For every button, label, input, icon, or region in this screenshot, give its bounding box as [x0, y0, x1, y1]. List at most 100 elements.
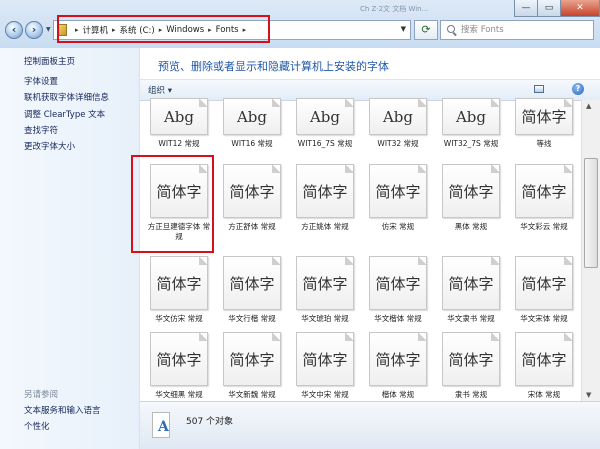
recent-pages-dropdown[interactable]: ▼	[46, 26, 51, 33]
font-name-label: 华文细黑 常规	[155, 390, 203, 399]
font-item[interactable]: Abg WIT16 常规	[215, 98, 289, 149]
font-item[interactable]: 简体字 华文中宋 常规	[288, 332, 362, 400]
font-item[interactable]: 简体字 方正舒体 常规	[215, 164, 289, 232]
font-item[interactable]: Abg WIT16_7S 常规	[288, 98, 362, 149]
link-font-settings[interactable]: 字体设置	[24, 75, 58, 87]
font-item[interactable]: 简体字 等线	[507, 98, 581, 149]
font-name-label: 华文宋体 常规	[520, 314, 568, 323]
font-preview-icon: 简体字	[515, 164, 573, 218]
font-item[interactable]: Abg WIT32_7S 常规	[434, 98, 508, 149]
font-name-label: 华文隶书 常规	[447, 314, 495, 323]
back-button[interactable]: ‹	[5, 21, 23, 39]
breadcrumb-separator[interactable]: ▸	[243, 26, 247, 34]
forward-button[interactable]: ›	[25, 21, 43, 39]
font-preview-icon: 简体字	[150, 164, 208, 218]
font-sample-text: 简体字	[521, 182, 567, 201]
help-icon[interactable]: ?	[572, 83, 584, 95]
font-preview-icon: 简体字	[442, 332, 500, 386]
see-also-heading: 另请参阅	[24, 390, 59, 400]
vertical-scrollbar[interactable]: ▲ ▼	[581, 100, 600, 401]
scroll-down-arrow[interactable]: ▼	[586, 391, 591, 399]
font-sample-text: 简体字	[156, 274, 202, 293]
font-name-label: 华文彩云 常规	[520, 222, 568, 231]
breadcrumb-fonts[interactable]: Fonts	[216, 25, 239, 35]
font-preview-icon: 简体字	[515, 332, 573, 386]
details-pane: A 507 个对象	[140, 401, 600, 449]
font-name-label: 等线	[536, 139, 552, 148]
font-name-label: 华文楷体 常规	[374, 314, 422, 323]
font-name-label: 方正舒体 常规	[228, 222, 276, 231]
font-sample-text: 简体字	[302, 350, 348, 369]
font-item[interactable]: 简体字 华文新魏 常规	[215, 332, 289, 400]
font-sample-text: 简体字	[156, 182, 202, 201]
link-text-services[interactable]: 文本服务和输入语言	[24, 404, 101, 416]
font-sample-text: Abg	[309, 107, 341, 126]
font-item[interactable]: 简体字 仿宋 常规	[361, 164, 435, 232]
font-preview-icon: 简体字	[150, 332, 208, 386]
font-preview-icon: 简体字	[515, 256, 573, 310]
font-preview-icon: 简体字	[369, 332, 427, 386]
font-item[interactable]: 简体字华文楷体 常规	[361, 256, 435, 324]
link-change-font-size[interactable]: 更改字体大小	[24, 140, 75, 152]
font-preview-icon: Abg	[442, 98, 500, 135]
font-name-label: 宋体 常规	[527, 390, 561, 399]
link-personalization[interactable]: 个性化	[24, 420, 50, 432]
font-item[interactable]: 简体字华文宋体 常规	[507, 256, 581, 324]
scrollbar-thumb[interactable]	[584, 158, 598, 268]
font-preview-icon: Abg	[369, 98, 427, 135]
font-preview-icon: Abg	[223, 98, 281, 135]
font-item[interactable]: 简体字 方正姚体 常规	[288, 164, 362, 232]
scroll-up-arrow[interactable]: ▲	[586, 102, 591, 110]
font-name-label: WIT32_7S 常规	[443, 139, 499, 148]
close-button[interactable]: ✕	[560, 0, 600, 17]
organize-menu[interactable]: 组织 ▾	[148, 84, 172, 96]
address-history-dropdown[interactable]: ▼	[401, 25, 406, 33]
link-adjust-cleartype[interactable]: 调整 ClearType 文本	[24, 108, 105, 120]
breadcrumb-computer[interactable]: 计算机	[83, 24, 109, 36]
font-sample-text: Abg	[455, 107, 487, 126]
font-sample-text: 简体字	[375, 274, 421, 293]
page-heading: 预览、删除或者显示和隐藏计算机上安装的字体	[158, 60, 389, 73]
font-sample-text: 简体字	[302, 274, 348, 293]
maximize-button[interactable]: ▭	[537, 0, 561, 17]
font-item[interactable]: 简体字华文细黑 常规	[142, 332, 216, 400]
font-preview-icon: 简体字	[150, 256, 208, 310]
font-preview-icon: Abg	[150, 98, 208, 135]
font-item[interactable]: 简体字华文琥珀 常规	[288, 256, 362, 324]
address-bar[interactable]: ▸ 计算机 ▸ 系统 (C:) ▸ Windows ▸ Fonts ▸ ▼	[53, 20, 411, 40]
font-item[interactable]: 简体字 隶书 常规	[434, 332, 508, 400]
breadcrumb-system-drive[interactable]: 系统 (C:)	[120, 24, 155, 36]
font-sample-text: Abg	[163, 107, 195, 126]
font-sample-text: 简体字	[521, 274, 567, 293]
font-item[interactable]: 简体字 华文行楷 常规	[215, 256, 289, 324]
breadcrumb-separator[interactable]: ▸	[159, 26, 163, 34]
font-name-label: 华文仿宋 常规	[155, 314, 203, 323]
font-item[interactable]: 简体字 方正旦建德字体 常规	[142, 164, 216, 242]
font-name-label: 华文行楷 常规	[228, 314, 276, 323]
font-item[interactable]: 简体字 黑体 常规	[434, 164, 508, 232]
font-item[interactable]: 简体字华文彩云 常规	[507, 164, 581, 232]
font-sample-text: 简体字	[156, 350, 202, 369]
font-item[interactable]: 简体字 楷体 常规	[361, 332, 435, 400]
search-input[interactable]: 搜索 Fonts	[440, 20, 594, 40]
font-sample-text: 简体字	[448, 350, 494, 369]
font-name-label: 华文琥珀 常规	[301, 314, 349, 323]
font-item[interactable]: 简体字华文仿宋 常规	[142, 256, 216, 324]
breadcrumb-separator[interactable]: ▸	[112, 26, 116, 34]
refresh-button[interactable]: ⟳	[414, 20, 438, 40]
font-item[interactable]: Abg WIT12 常规	[142, 98, 216, 149]
link-find-character[interactable]: 查找字符	[24, 124, 58, 136]
font-item[interactable]: 简体字 宋体 常规	[507, 332, 581, 400]
font-item[interactable]: 简体字 华文隶书 常规	[434, 256, 508, 324]
minimize-button[interactable]: —	[514, 0, 538, 17]
font-sample-text: 简体字	[229, 350, 275, 369]
font-sample-text: 简体字	[302, 182, 348, 201]
link-get-font-info-online[interactable]: 联机获取字体详细信息	[24, 91, 109, 103]
breadcrumb-windows[interactable]: Windows	[166, 25, 204, 35]
breadcrumb-separator[interactable]: ▸	[208, 26, 212, 34]
view-options-icon[interactable]	[534, 85, 544, 93]
link-control-panel-home[interactable]: 控制面板主页	[24, 55, 75, 67]
font-name-label: WIT16 常规	[231, 139, 273, 148]
font-item[interactable]: Abg WIT32 常规	[361, 98, 435, 149]
font-sample-text: 简体字	[375, 350, 421, 369]
